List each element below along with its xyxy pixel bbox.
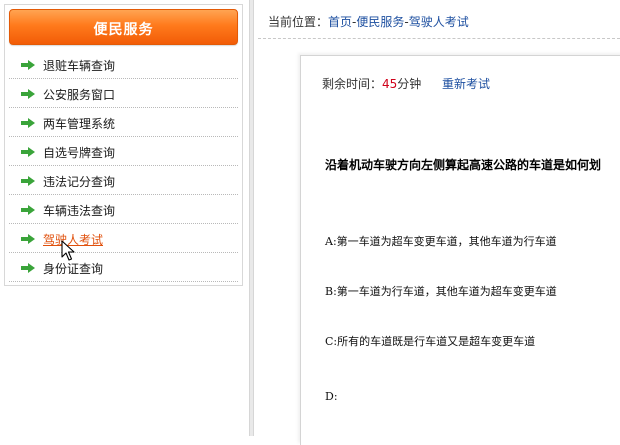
sidebar-item-driver-exam[interactable]: 驾驶人考试 [9,224,238,253]
timer-unit: 分钟 [397,77,422,91]
question-text: 沿着机动车驶方向左侧算起高速公路的车道是如何划 [325,158,602,172]
sidebar-item-label: 两车管理系统 [43,117,116,131]
breadcrumb-bar: 当前位置：首页-便民服务-驾驶人考试 [258,0,620,39]
green-arrow-icon [21,89,35,99]
timer-value: 45 [382,77,398,91]
breadcrumb-section-link[interactable]: 便民服务 [356,15,404,29]
green-arrow-icon [21,263,35,273]
sidebar-menu: 退赃车辆查询 公安服务窗口 两车管理系统 自选号牌查询 违法记分查询 车辆违法查… [9,50,238,282]
sidebar-item-police-service[interactable]: 公安服务窗口 [9,79,238,108]
sidebar-item-id-card[interactable]: 身份证查询 [9,253,238,282]
breadcrumb-prefix: 当前位置： [268,15,329,29]
timer-label: 剩余时间： [322,77,383,91]
green-arrow-icon [21,118,35,128]
sidebar-header: 便民服务 [9,9,238,45]
answer-option-d[interactable]: D: [325,390,338,403]
sidebar-item-label: 退赃车辆查询 [43,59,116,73]
breadcrumb: 当前位置：首页-便民服务-驾驶人考试 [268,13,469,30]
green-arrow-icon [21,234,35,244]
answer-option-a[interactable]: A:第一车道为超车变更车道，其他车道为行车道 [325,233,557,249]
green-arrow-icon [21,60,35,70]
sidebar-item-label: 身份证查询 [43,262,104,276]
mouse-pointer-icon [61,240,75,261]
green-arrow-icon [21,205,35,215]
sidebar-title: 便民服务 [93,22,154,38]
sidebar-item-two-wheeler[interactable]: 两车管理系统 [9,108,238,137]
sidebar: 便民服务 退赃车辆查询 公安服务窗口 两车管理系统 自选号牌查询 违法记分查询 … [4,4,243,286]
sidebar-item-vehicle-recovery[interactable]: 退赃车辆查询 [9,50,238,79]
remaining-time: 剩余时间：45分钟 [322,75,421,92]
green-arrow-icon [21,176,35,186]
answer-option-c[interactable]: C:所有的车道既是行车道又是超车变更车道 [325,333,535,349]
breadcrumb-current[interactable]: 驾驶人考试 [409,15,469,29]
sidebar-item-label: 自选号牌查询 [43,146,116,160]
column-divider [249,0,254,436]
green-arrow-icon [21,147,35,157]
restart-exam-link[interactable]: 重新考试 [442,75,490,92]
breadcrumb-home-link[interactable]: 首页 [328,15,352,29]
exam-panel: 剩余时间：45分钟 重新考试 沿着机动车驶方向左侧算起高速公路的车道是如何划 A… [300,55,620,445]
sidebar-item-plate-selection[interactable]: 自选号牌查询 [9,137,238,166]
sidebar-item-label: 公安服务窗口 [43,88,116,102]
sidebar-item-violation-points[interactable]: 违法记分查询 [9,166,238,195]
answer-option-b[interactable]: B:第一车道为行车道，其他车道为超车变更车道 [325,283,557,299]
sidebar-item-label: 车辆违法查询 [43,204,116,218]
sidebar-item-label: 违法记分查询 [43,175,116,189]
sidebar-item-vehicle-violation[interactable]: 车辆违法查询 [9,195,238,224]
